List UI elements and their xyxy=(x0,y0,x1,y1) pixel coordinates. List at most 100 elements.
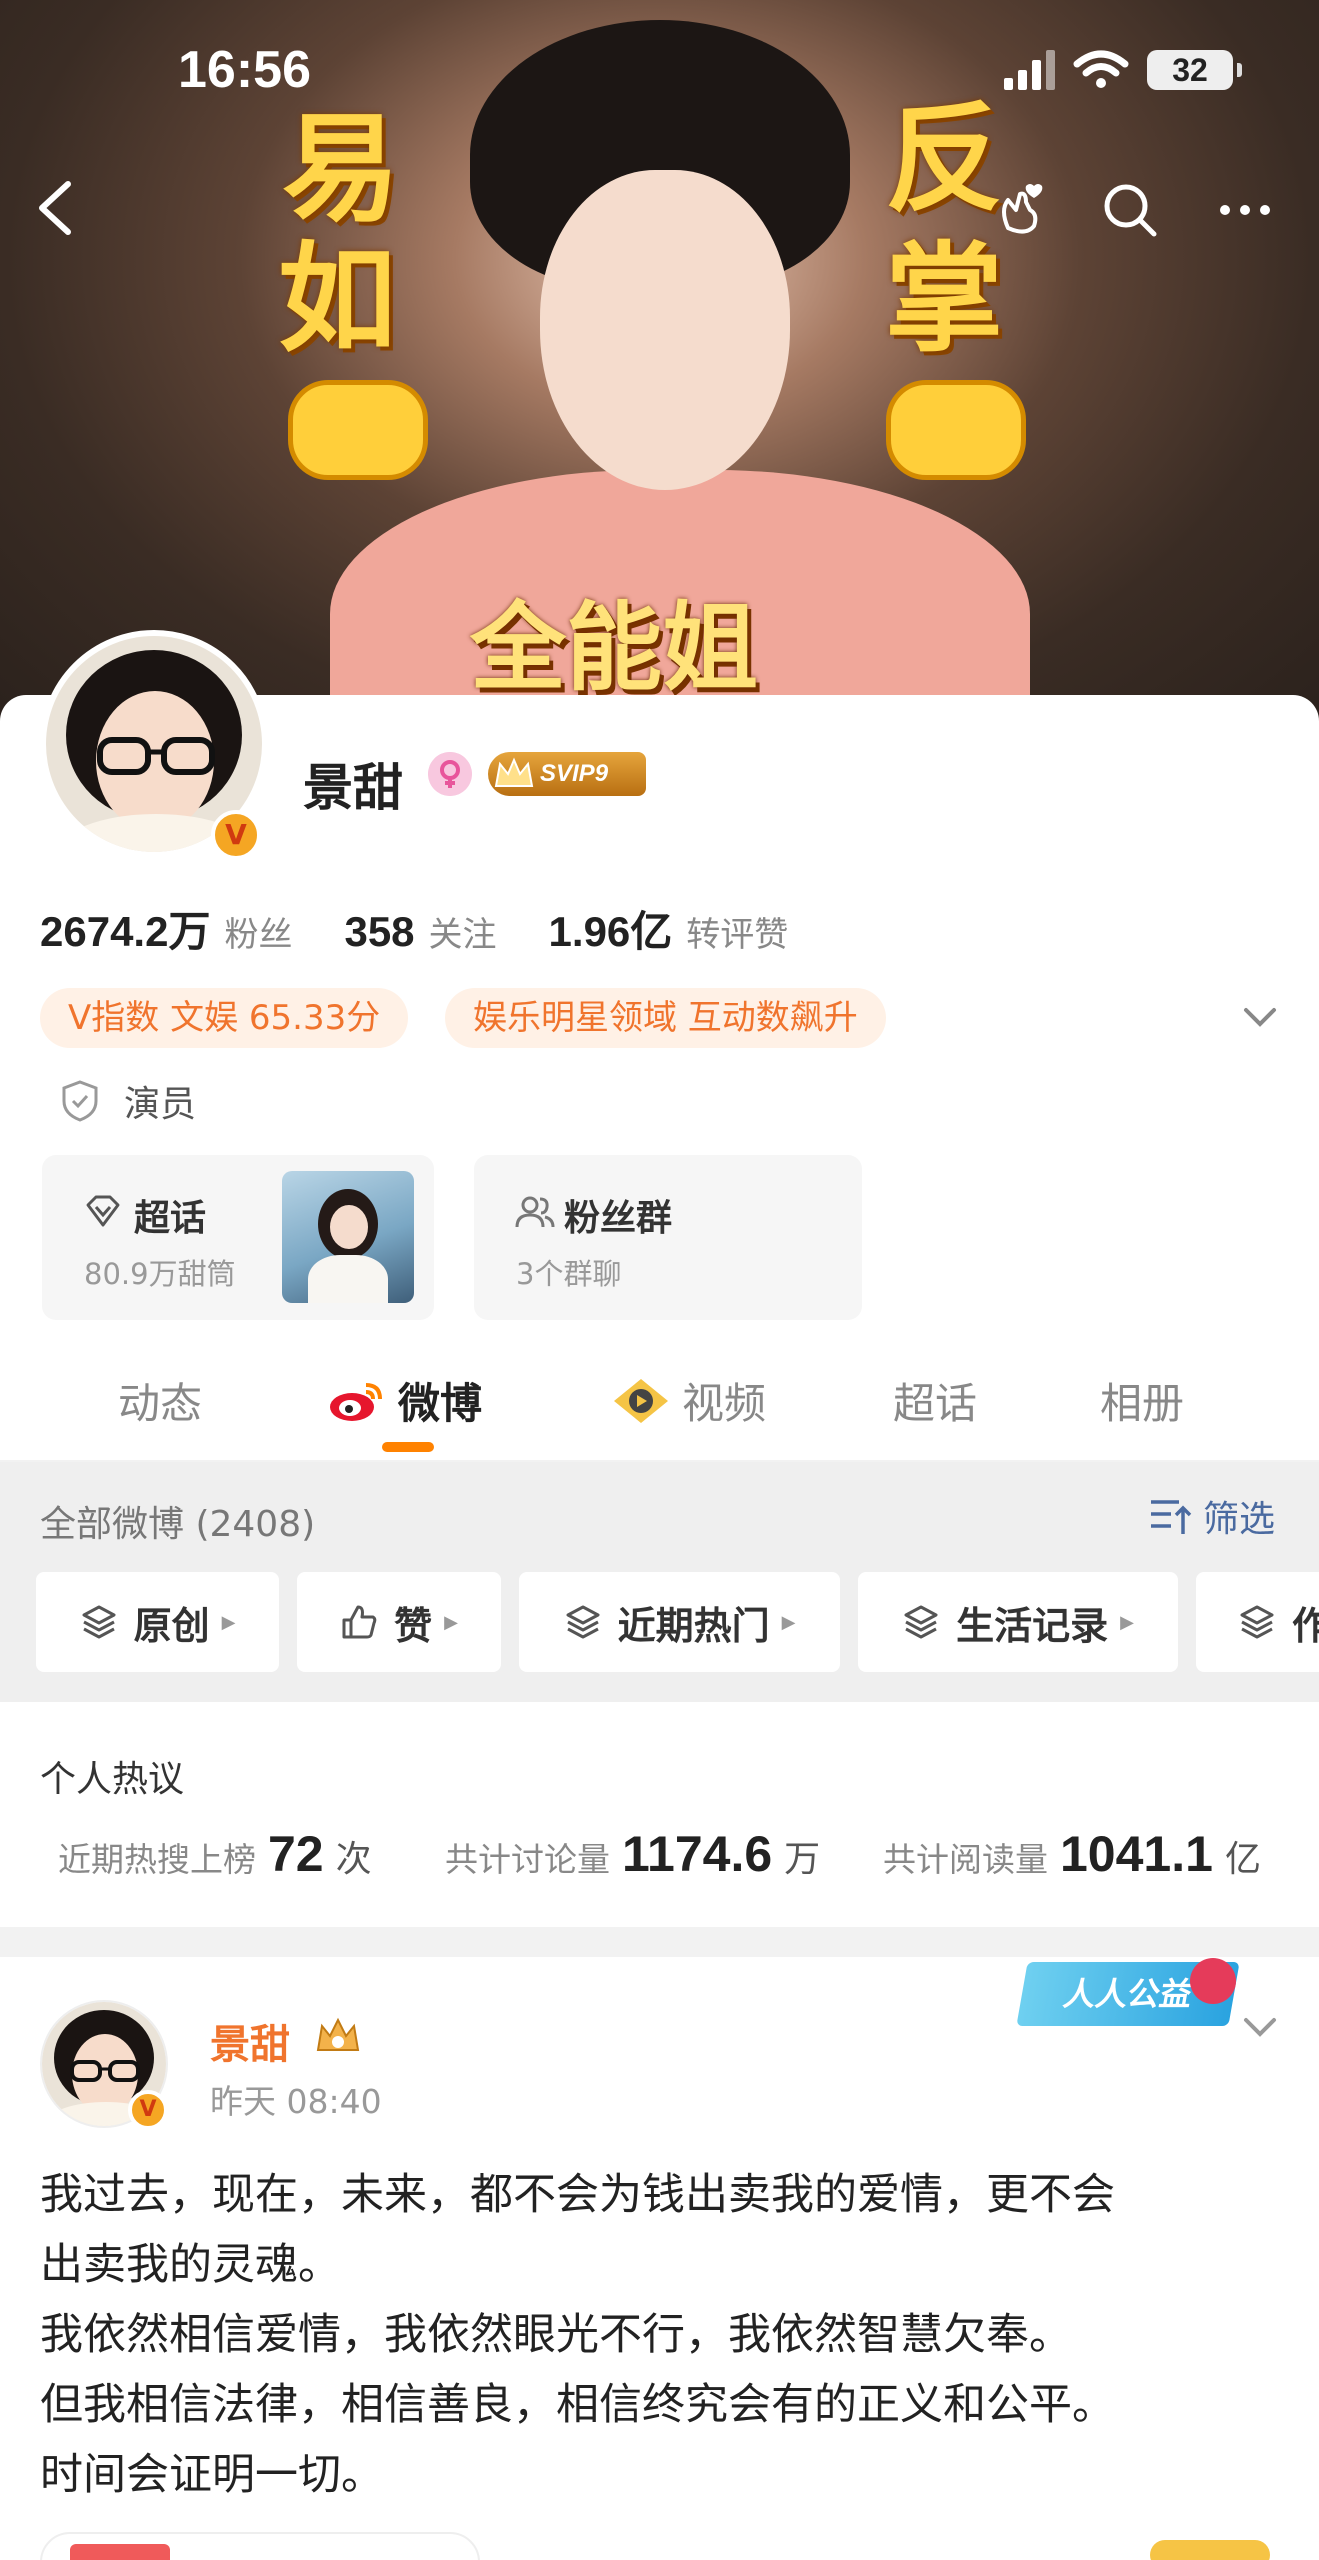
tab-album[interactable]: 相册 xyxy=(1100,1370,1184,1431)
fist-emoji-right-icon xyxy=(886,380,1026,480)
profile-stats: 2674.2万 粉丝 358 关注 1.96亿 转评赞 xyxy=(40,898,840,959)
followers-label: 粉丝 xyxy=(224,915,293,955)
following-stat[interactable]: 358 关注 xyxy=(344,907,496,956)
layers-icon xyxy=(82,1605,116,1639)
battery-indicator: 32 xyxy=(1147,50,1242,90)
chip-arrow-icon: ▶ xyxy=(781,1611,796,1633)
banner-char-3: 反 xyxy=(885,90,1004,228)
following-label: 关注 xyxy=(428,915,497,955)
post-line: 我过去，现在，未来，都不会为钱出卖我的爱情，更不会 xyxy=(40,2170,1115,2220)
post-menu-chevron-icon[interactable] xyxy=(1240,2012,1280,2042)
tab-dynamics[interactable]: 动态 xyxy=(118,1370,202,1431)
tab-label: 视频 xyxy=(682,1379,767,1428)
chip-original[interactable]: 原创 ▶ xyxy=(36,1572,279,1672)
fan-group-title: 粉丝群 xyxy=(564,1198,673,1239)
verified-badge-icon: V xyxy=(211,810,261,860)
tab-label: 超话 xyxy=(893,1379,978,1428)
following-count: 358 xyxy=(344,908,415,955)
banner-char-4: 掌 xyxy=(885,230,1004,368)
tab-label: 动态 xyxy=(118,1379,203,1428)
tab-video[interactable]: 视频 xyxy=(612,1370,766,1431)
chip-label: 赞 xyxy=(394,1603,433,1648)
charity-mascot-icon xyxy=(1190,1958,1236,2004)
tab-label: 相册 xyxy=(1100,1379,1185,1428)
fan-group-card[interactable]: 粉丝群 3个群聊 xyxy=(474,1155,862,1320)
followers-count: 2674.2万 xyxy=(40,908,211,955)
hot-stat-unit: 万 xyxy=(784,1839,821,1880)
chip-label: 近期热门 xyxy=(617,1603,770,1648)
video-icon xyxy=(614,1378,668,1423)
super-topic-card[interactable]: 超话 80.9万甜筒 xyxy=(42,1155,434,1320)
chip-arrow-icon: ▶ xyxy=(221,1611,236,1633)
hot-stat-value: 72 xyxy=(268,1826,324,1882)
post-author-name[interactable]: 景甜 xyxy=(210,2012,290,2070)
search-icon[interactable] xyxy=(1100,180,1160,240)
layers-icon xyxy=(566,1605,600,1639)
post-line: 我依然相信爱情，我依然眼光不行，我依然智慧欠奉。 xyxy=(40,2310,1072,2360)
engagement-label: 转评赞 xyxy=(686,915,789,955)
hot-stat-unit: 亿 xyxy=(1224,1839,1261,1880)
reads-stat[interactable]: 共计阅读量 1041.1 亿 xyxy=(883,1825,1261,1883)
chip-life-record[interactable]: 生活记录 ▶ xyxy=(858,1572,1178,1672)
shield-icon xyxy=(62,1080,98,1122)
cover-figure-face xyxy=(540,170,790,490)
engagement-count: 1.96亿 xyxy=(548,908,673,955)
crown-icon xyxy=(494,757,534,787)
post-line: 出卖我的灵魂。 xyxy=(40,2240,341,2290)
back-arrow-icon[interactable] xyxy=(32,178,82,238)
followers-stat[interactable]: 2674.2万 粉丝 xyxy=(40,898,292,959)
status-time: 16:56 xyxy=(178,41,311,99)
tab-super-topic[interactable]: 超话 xyxy=(893,1370,977,1431)
fist-emoji-left-icon xyxy=(288,380,428,480)
super-topic-title: 超话 xyxy=(134,1198,207,1239)
post-content: 我过去，现在，未来，都不会为钱出卖我的爱情，更不会 出卖我的灵魂。 我依然相信爱… xyxy=(40,2160,1290,2510)
hot-discussion-title: 个人热议 xyxy=(40,1759,185,1800)
wifi-icon xyxy=(1073,50,1129,88)
post-line: 但我相信法律，相信善良，相信终究会有的正义和公平。 xyxy=(40,2380,1115,2430)
tab-weibo[interactable]: 微博 xyxy=(328,1370,482,1431)
all-weibo-count: 全部微博 (2408) xyxy=(40,1504,316,1545)
profile-cover-banner[interactable]: 易 如 反 掌 全能姐 xyxy=(0,0,1319,740)
domain-rising-tag[interactable]: 娱乐明星领域 互动数飙升 xyxy=(445,988,886,1048)
chip-like[interactable]: 赞 ▶ xyxy=(297,1572,501,1672)
gesture-heart-icon[interactable] xyxy=(990,180,1050,240)
active-tab-indicator xyxy=(382,1442,434,1452)
thumbs-up-icon xyxy=(342,1605,377,1639)
role-label: 演员 xyxy=(124,1084,197,1125)
more-options-icon[interactable] xyxy=(1215,180,1275,240)
chip-work[interactable]: 作 xyxy=(1196,1572,1319,1672)
status-icons: 32 xyxy=(1004,50,1242,90)
female-gender-icon xyxy=(428,752,472,796)
hot-stat-label: 共计讨论量 xyxy=(445,1840,610,1879)
chip-recent-hot[interactable]: 近期热门 ▶ xyxy=(519,1572,840,1672)
chip-label: 原创 xyxy=(133,1603,210,1648)
chip-label: 作 xyxy=(1292,1603,1319,1648)
chevron-down-icon[interactable] xyxy=(1240,1000,1280,1036)
hot-stat-label: 近期热搜上榜 xyxy=(58,1840,256,1879)
profile-name: 景甜 xyxy=(303,759,403,817)
post-timestamp: 昨天 08:40 xyxy=(210,2082,382,2121)
vip-crown-badge-icon xyxy=(316,2017,360,2051)
engagement-stat[interactable]: 1.96亿 转评赞 xyxy=(549,898,789,959)
discussion-stat[interactable]: 共计讨论量 1174.6 万 xyxy=(445,1825,820,1883)
filter-sort-icon xyxy=(1150,1500,1192,1534)
cellular-signal-icon xyxy=(1004,50,1055,90)
filter-button[interactable]: 筛选 xyxy=(1149,1490,1275,1542)
tab-label: 微博 xyxy=(398,1379,483,1428)
post-attachment-pill[interactable] xyxy=(40,2532,480,2560)
v-index-tag[interactable]: V指数 文娱 65.33分 xyxy=(40,988,409,1048)
personal-hot-discussion xyxy=(0,1702,1319,1927)
hot-stat-unit: 次 xyxy=(335,1839,372,1880)
chip-label: 生活记录 xyxy=(956,1603,1109,1648)
people-icon xyxy=(515,1196,555,1228)
svip-label: SVIP9 xyxy=(540,760,609,787)
super-topic-sub: 80.9万甜筒 xyxy=(84,1257,236,1291)
svip-badge[interactable]: SVIP9 xyxy=(488,752,646,796)
layers-icon xyxy=(904,1605,938,1639)
banner-char-2: 如 xyxy=(278,230,397,368)
hot-stat-value: 1174.6 xyxy=(622,1826,773,1882)
post-line: 时间会证明一切。 xyxy=(40,2450,384,2500)
hot-search-stat[interactable]: 近期热搜上榜 72 次 xyxy=(58,1825,372,1883)
hot-stat-label: 共计阅读量 xyxy=(883,1840,1048,1879)
profile-role: 演员 xyxy=(60,1075,196,1127)
